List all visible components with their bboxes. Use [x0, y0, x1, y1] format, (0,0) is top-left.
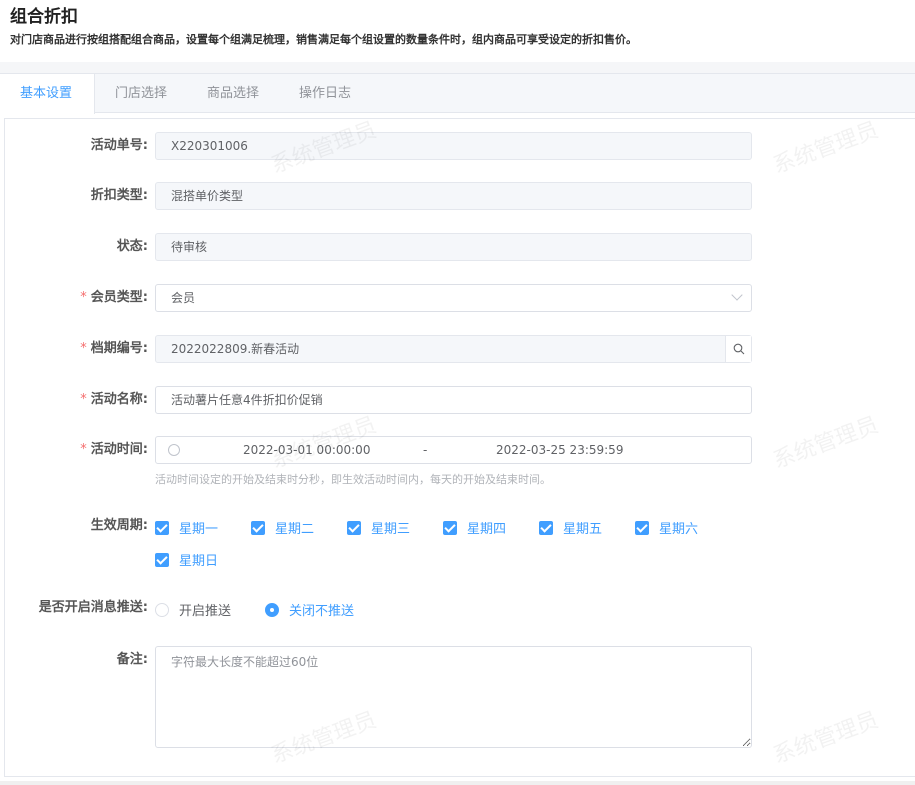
period-no-field[interactable]: 2022022809.新春活动: [155, 335, 752, 363]
tab-product-selection[interactable]: 商品选择: [187, 74, 279, 112]
radio-disable-push[interactable]: 关闭不推送: [265, 600, 354, 619]
checkbox-tuesday[interactable]: 星期二: [251, 518, 314, 537]
search-icon[interactable]: [725, 336, 751, 362]
label: 状态:: [116, 239, 148, 254]
checkbox-monday[interactable]: 星期一: [155, 518, 218, 537]
bottom-bar: [0, 781, 915, 785]
member-type-select[interactable]: 会员: [155, 284, 752, 312]
row-period-no: * 档期编号: 2022022809.新春活动: [5, 335, 915, 363]
checkbox-checked-icon: [539, 520, 553, 535]
divider: [0, 62, 915, 73]
page-header: 组合折扣 对门店商品进行按组搭配组合商品，设置每个组满足梳理，销售满足每个组设置…: [0, 0, 915, 62]
clock-icon: [168, 444, 180, 456]
range-separator: -: [423, 443, 428, 457]
tab-store-selection[interactable]: 门店选择: [95, 74, 187, 112]
start-time[interactable]: 2022-03-01 00:00:00: [243, 437, 370, 463]
checkbox-friday[interactable]: 星期五: [539, 518, 602, 537]
row-member-type: * 会员类型: 会员: [5, 284, 915, 312]
checkbox-checked-icon: [251, 520, 265, 535]
row-status: 状态: 待审核: [5, 233, 915, 261]
label: 折扣类型:: [90, 188, 148, 203]
tab-bar: 基本设置 门店选择 商品选择 操作日志: [0, 73, 915, 114]
label: 活动单号:: [90, 138, 148, 153]
checkbox-sunday[interactable]: 星期日: [155, 550, 218, 569]
form-panel: 活动单号: X220301006 折扣类型: 混搭单价类型 状态: 待审核 * 会…: [4, 118, 915, 777]
label: 是否开启消息推送:: [38, 600, 148, 615]
radio-selected-icon: [265, 602, 279, 617]
row-activity-no: 活动单号: X220301006: [5, 132, 915, 160]
checkbox-saturday[interactable]: 星期六: [635, 518, 698, 537]
radio-enable-push[interactable]: 开启推送: [155, 600, 231, 619]
discount-type-field: 混搭单价类型: [155, 182, 752, 210]
activity-name-input[interactable]: 活动薯片任意4件折扣价促销: [155, 386, 752, 414]
checkbox-checked-icon: [347, 520, 361, 535]
page-title: 组合折扣: [10, 7, 78, 27]
label: * 活动时间:: [80, 442, 148, 457]
tab-basic-settings[interactable]: 基本设置: [0, 74, 95, 114]
chevron-down-icon: [731, 289, 743, 301]
checkbox-checked-icon: [443, 520, 457, 535]
activity-time-range-picker[interactable]: 2022-03-01 00:00:00 - 2022-03-25 23:59:5…: [155, 436, 752, 464]
label: * 会员类型:: [80, 290, 148, 305]
row-push: 是否开启消息推送:: [5, 594, 915, 622]
row-activity-time: * 活动时间: 2022-03-01 00:00:00 - 2022-03-25 …: [5, 436, 915, 464]
checkbox-checked-icon: [635, 520, 649, 535]
label: * 档期编号:: [80, 341, 148, 356]
remark-textarea[interactable]: [155, 646, 752, 748]
checkbox-thursday[interactable]: 星期四: [443, 518, 506, 537]
page-description: 对门店商品进行按组搭配组合商品，设置每个组满足梳理，销售满足每个组设置的数量条件…: [10, 33, 637, 46]
end-time[interactable]: 2022-03-25 23:59:59: [496, 437, 623, 463]
activity-no-field: X220301006: [155, 132, 752, 160]
activity-time-hint: 活动时间设定的开始及结束时分秒，即生效活动时间内，每天的开始及结束时间。: [155, 473, 551, 486]
label: * 活动名称:: [80, 392, 148, 407]
label: 生效周期:: [90, 518, 148, 533]
checkbox-checked-icon: [155, 552, 169, 567]
checkbox-checked-icon: [155, 520, 169, 535]
row-activity-name: * 活动名称: 活动薯片任意4件折扣价促销: [5, 386, 915, 414]
checkbox-wednesday[interactable]: 星期三: [347, 518, 410, 537]
status-field: 待审核: [155, 233, 752, 261]
tab-operation-log[interactable]: 操作日志: [279, 74, 371, 112]
row-discount-type: 折扣类型: 混搭单价类型: [5, 182, 915, 210]
radio-icon: [155, 602, 169, 617]
label: 备注:: [116, 652, 148, 667]
